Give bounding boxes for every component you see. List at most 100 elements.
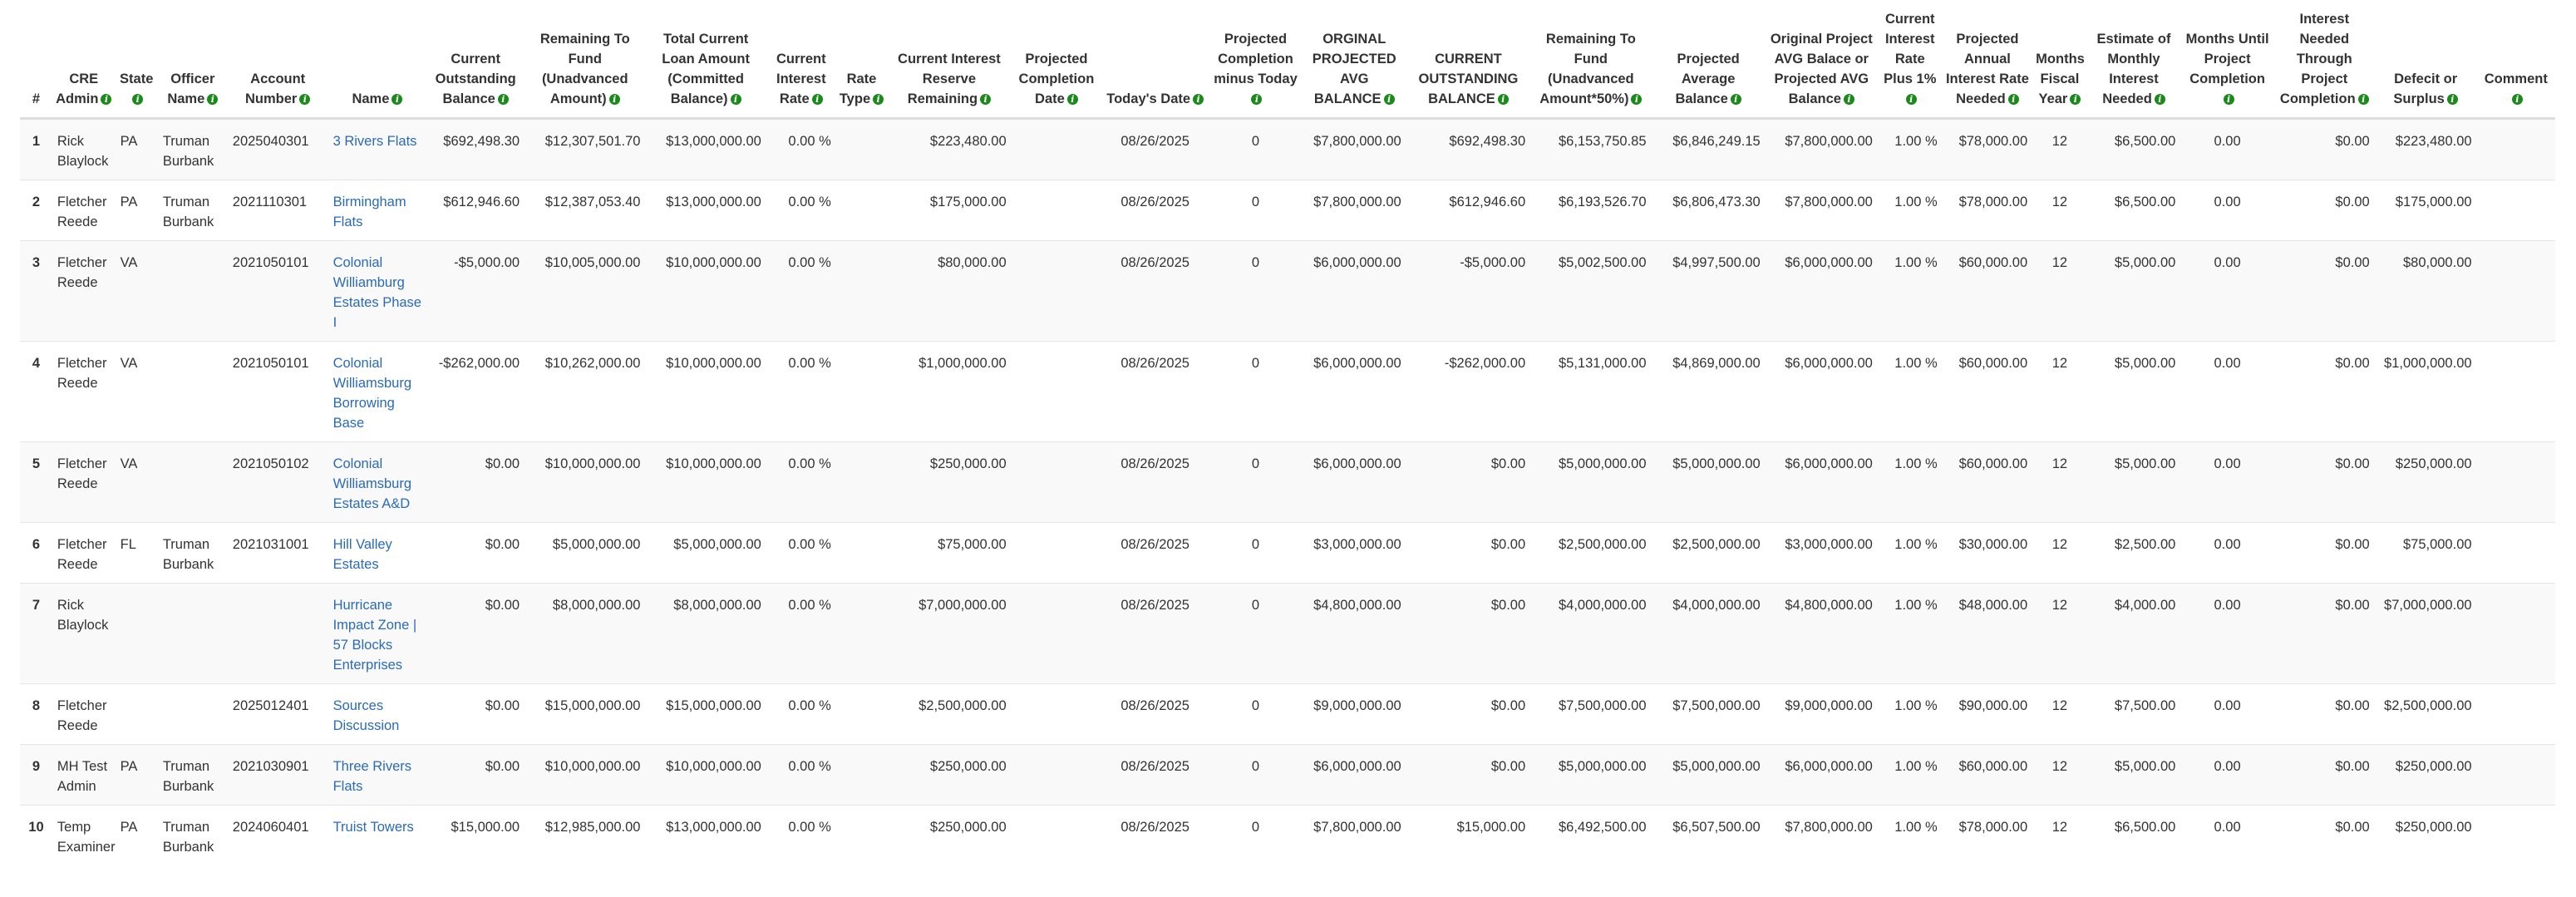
info-icon[interactable]: i: [1066, 93, 1078, 105]
col-months-until-completion-header[interactable]: Months Until Project Completion i: [2180, 0, 2274, 120]
info-icon[interactable]: i: [608, 93, 620, 105]
info-icon[interactable]: i: [1251, 93, 1263, 105]
cell-monthly-interest-needed: $4,000.00: [2086, 582, 2181, 683]
info-icon[interactable]: i: [2357, 93, 2369, 105]
info-icon[interactable]: i: [2070, 93, 2081, 105]
info-icon[interactable]: i: [2223, 93, 2234, 105]
col-total-current-loan-amount-header[interactable]: Total Current Loan Amount (Committed Bal…: [645, 0, 766, 120]
info-icon[interactable]: i: [873, 93, 884, 105]
info-icon[interactable]: i: [811, 93, 823, 105]
col-rate-type-header[interactable]: Rate Type i: [835, 0, 888, 120]
cell-original-or-projected-avg: $4,800,000.00: [1765, 582, 1878, 683]
header-label: Remaining To Fund (Unadvanced Amount*50%…: [1539, 31, 1636, 106]
info-icon[interactable]: i: [497, 93, 509, 105]
cell-name: Colonial Williamsburg Estates A&D: [328, 441, 427, 522]
info-icon[interactable]: i: [299, 93, 311, 105]
cell-current-outstanding-balance: $15,000.00: [426, 804, 525, 865]
loan-name-link[interactable]: Colonial Williamsburg Estates A&D: [333, 456, 411, 511]
loan-name-link[interactable]: 3 Rivers Flats: [333, 134, 417, 149]
col-current-outstanding-balance-header[interactable]: Current Outstanding Balance i: [426, 0, 525, 120]
cell-account-number: 2021050101: [227, 340, 328, 441]
loan-name-link[interactable]: Hill Valley Estates: [333, 537, 392, 572]
info-icon[interactable]: i: [2511, 93, 2523, 105]
col-projected-average-balance-header[interactable]: Projected Average Balance i: [1651, 0, 1766, 120]
cell-index: 2: [20, 179, 52, 240]
cell-projected-completion-date: [1011, 179, 1102, 240]
cell-projected-annual-interest: $60,000.00: [1942, 239, 2033, 341]
col-original-projected-avg-balance-header[interactable]: ORGINAL PROJECTED AVG BALANCE i: [1302, 0, 1406, 120]
info-icon[interactable]: i: [730, 93, 741, 105]
info-icon[interactable]: i: [392, 93, 403, 105]
col-index-header[interactable]: #: [20, 0, 52, 120]
loan-name-link[interactable]: Sources Discussion: [333, 698, 400, 733]
cell-original-projected-avg-balance: $6,000,000.00: [1302, 340, 1406, 441]
info-icon[interactable]: i: [2446, 93, 2458, 105]
col-remaining-to-fund-50-header[interactable]: Remaining To Fund (Unadvanced Amount*50%…: [1530, 0, 1652, 120]
col-months-fiscal-year-header[interactable]: Months Fiscal Year i: [2032, 0, 2087, 120]
info-icon[interactable]: i: [1905, 93, 1917, 105]
cell-remaining-to-fund-50: $2,500,000.00: [1530, 521, 1652, 583]
col-interest-reserve-remaining-header[interactable]: Current Interest Reserve Remaining i: [887, 0, 1012, 120]
col-rate-plus-1-header[interactable]: Current Interest Rate Plus 1% i: [1877, 0, 1943, 120]
table-row: 3 Fletcher Reede VA 2021050101 Colonial Will…: [20, 239, 2555, 341]
info-icon[interactable]: i: [101, 93, 112, 105]
cell-remaining-to-fund: $10,000,000.00: [525, 441, 646, 522]
col-current-interest-rate-header[interactable]: Current Interest Rate i: [766, 0, 836, 120]
col-state-header[interactable]: State i: [115, 0, 158, 120]
cell-current-outstanding-balance-2: $0.00: [1406, 743, 1531, 805]
info-icon[interactable]: i: [980, 93, 992, 105]
info-icon[interactable]: i: [1843, 93, 1854, 105]
col-current-outstanding-balance-2-header[interactable]: CURRENT OUTSTANDING BALANCE i: [1406, 0, 1531, 120]
info-icon[interactable]: i: [1383, 93, 1395, 105]
col-account-number-header[interactable]: Account Number i: [227, 0, 328, 120]
cell-current-interest-rate: 0.00 %: [766, 117, 836, 180]
info-icon[interactable]: i: [207, 93, 219, 105]
cell-cre-admin: Rick Blaylock: [52, 117, 116, 180]
cell-months-until-completion: 0.00: [2180, 743, 2274, 805]
cell-rate-type: [835, 117, 888, 180]
loan-name-link[interactable]: Hurricane Impact Zone | 57 Blocks Enterp…: [333, 598, 417, 673]
info-icon[interactable]: i: [1193, 93, 1204, 105]
col-monthly-interest-needed-header[interactable]: Estimate of Monthly Interest Needed i: [2086, 0, 2181, 120]
col-cre-admin-header[interactable]: CRE Admin i: [52, 0, 116, 120]
info-icon[interactable]: i: [1497, 93, 1509, 105]
cell-total-current-loan-amount: $10,000,000.00: [645, 340, 766, 441]
loan-name-link[interactable]: Birmingham Flats: [333, 195, 406, 229]
col-original-or-projected-avg-header[interactable]: Original Project AVG Balace or Projected…: [1765, 0, 1878, 120]
info-icon[interactable]: i: [2154, 93, 2165, 105]
info-icon[interactable]: i: [2007, 93, 2019, 105]
cell-original-or-projected-avg: $7,800,000.00: [1765, 804, 1878, 865]
col-todays-date-header[interactable]: Today's Date i: [1101, 0, 1209, 120]
col-name-header[interactable]: Name i: [328, 0, 427, 120]
loan-name-link[interactable]: Colonial Williamsburg Borrowing Base: [333, 356, 411, 431]
col-completion-minus-today-header[interactable]: Projected Completion minus Today i: [1209, 0, 1303, 120]
cell-remaining-to-fund-50: $5,000,000.00: [1530, 441, 1652, 522]
cell-deficit-or-surplus: $250,000.00: [2374, 441, 2477, 522]
col-interest-through-completion-header[interactable]: Interest Needed Through Project Completi…: [2273, 0, 2375, 120]
loan-name-link[interactable]: Three Rivers Flats: [333, 759, 411, 794]
col-projected-completion-date-header[interactable]: Projected Completion Date i: [1011, 0, 1102, 120]
col-comment-header[interactable]: Comment i: [2476, 0, 2555, 120]
cell-interest-through-completion: $0.00: [2273, 743, 2375, 805]
cell-name: 3 Rivers Flats: [328, 117, 427, 180]
cell-projected-completion-date: [1011, 117, 1102, 180]
loan-name-link[interactable]: Truist Towers: [333, 820, 414, 835]
col-deficit-or-surplus-header[interactable]: Defecit or Surplus i: [2374, 0, 2477, 120]
cell-rate-plus-1: 1.00 %: [1877, 441, 1943, 522]
info-icon[interactable]: i: [1631, 93, 1643, 105]
loan-name-link[interactable]: Colonial Williamburg Estates Phase I: [333, 255, 421, 330]
table-header: # CRE Admin i Statei Officer Name i Account Nu…: [20, 0, 2555, 120]
loan-interest-table: # CRE Admin i Statei Officer Name i Account Nu…: [20, 0, 2555, 865]
col-projected-annual-interest-header[interactable]: Projected Annual Interest Rate Needed i: [1942, 0, 2033, 120]
cell-current-outstanding-balance-2: $612,946.60: [1406, 179, 1531, 240]
cell-months-until-completion: 0.00: [2180, 582, 2274, 683]
cell-name: Hurricane Impact Zone | 57 Blocks Enterp…: [328, 582, 427, 683]
header-label: State: [120, 71, 154, 86]
info-icon[interactable]: i: [1730, 93, 1741, 105]
cell-months-until-completion: 0.00: [2180, 239, 2274, 341]
col-remaining-to-fund-header[interactable]: Remaining To Fund (Unadvanced Amount) i: [525, 0, 646, 120]
cell-original-or-projected-avg: $6,000,000.00: [1765, 743, 1878, 805]
cell-state: VA: [115, 239, 158, 341]
info-icon[interactable]: i: [132, 93, 144, 105]
col-officer-name-header[interactable]: Officer Name i: [157, 0, 228, 120]
